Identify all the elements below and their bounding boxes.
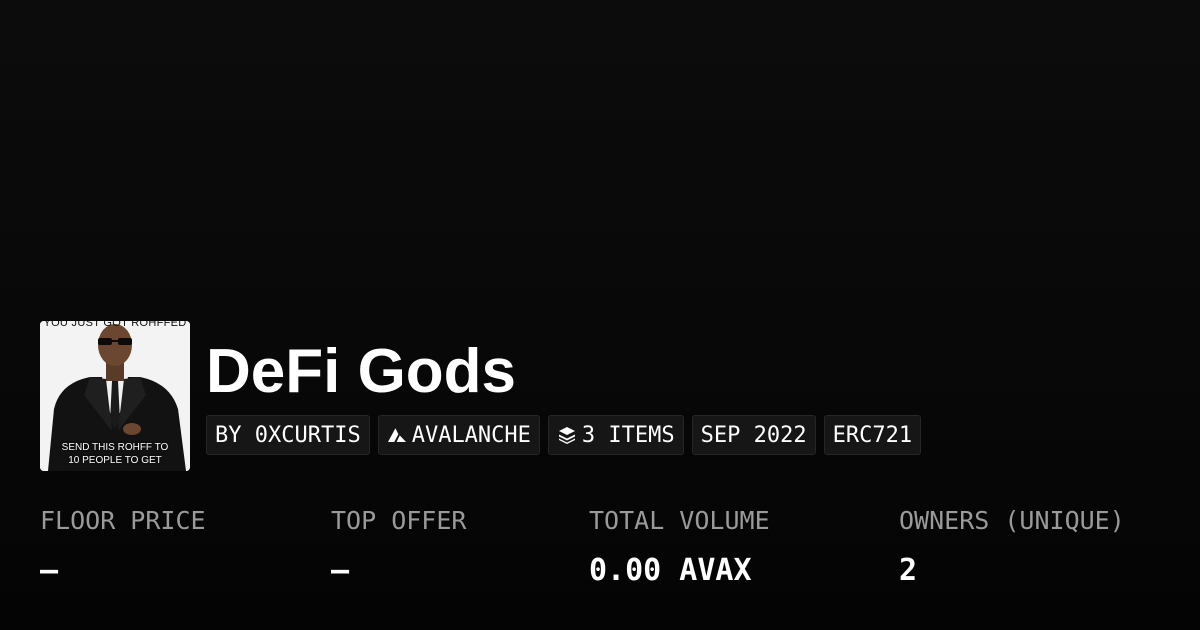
thumbnail-caption-line2: 10 PEOPLE TO GET	[68, 455, 162, 466]
chain-tag-label: AVALANCHE	[411, 422, 531, 448]
thumbnail-caption: SEND THIS ROHFF TO 10 PEOPLE TO GET	[40, 441, 190, 467]
collection-tags: BY 0XCURTIS AVALANCHE 3 ITEMS SEP 2022 E…	[206, 415, 922, 455]
total-volume-value: 0.00 AVAX	[589, 553, 752, 588]
top-offer-value: –	[331, 553, 350, 588]
avalanche-icon	[387, 428, 406, 442]
chain-tag[interactable]: AVALANCHE	[377, 415, 540, 455]
collection-thumbnail: YOU JUST GOT ROHFFED SEND THIS ROHFF TO …	[40, 321, 190, 471]
creator-tag[interactable]: BY 0XCURTIS	[206, 415, 370, 455]
top-offer-label: TOP OFFER	[331, 506, 467, 535]
top-offer-stat: TOP OFFER –	[331, 503, 466, 591]
collection-title: DeFi Gods	[206, 337, 517, 406]
floor-price-stat: FLOOR PRICE –	[40, 503, 206, 591]
thumbnail-caption-line1: SEND THIS ROHFF TO	[61, 442, 169, 453]
floor-price-label: FLOOR PRICE	[40, 506, 206, 535]
owners-value: 2	[899, 553, 918, 588]
date-tag-label: SEP 2022	[700, 422, 807, 448]
layers-icon	[558, 427, 575, 444]
owners-stat: OWNERS (UNIQUE) 2	[899, 503, 1125, 591]
thumbnail-top-text: YOU JUST GOT ROHFFED	[43, 321, 187, 329]
standard-tag: ERC721	[823, 415, 922, 455]
total-volume-label: TOTAL VOLUME	[589, 506, 770, 535]
date-tag: SEP 2022	[691, 415, 816, 455]
owners-label: OWNERS (UNIQUE)	[899, 506, 1125, 535]
items-tag[interactable]: 3 ITEMS	[547, 415, 684, 455]
floor-price-value: –	[40, 553, 59, 588]
total-volume-stat: TOTAL VOLUME 0.00 AVAX	[589, 503, 770, 591]
creator-tag-label: BY 0XCURTIS	[215, 422, 361, 448]
standard-tag-label: ERC721	[832, 422, 913, 448]
items-tag-label: 3 ITEMS	[581, 422, 675, 448]
